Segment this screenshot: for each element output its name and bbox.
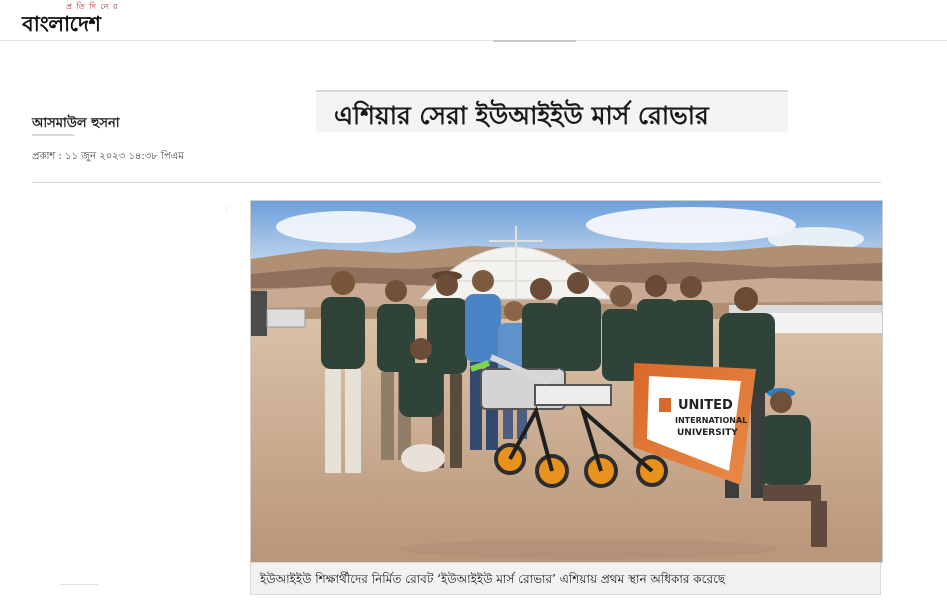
flag-line-2: INTERNATIONAL	[675, 416, 747, 425]
footer-mark	[60, 584, 98, 585]
publish-time: প্রকাশ : ১১ জুন ২০২৩ ১৪:৩৮ পিএম	[32, 151, 184, 162]
photo-caption: ইউআইইউ শিক্ষার্থীদের নির্মিত রোবট ‘ইউআইই…	[260, 572, 726, 586]
sidebar-edge	[226, 205, 227, 213]
author-divider	[32, 134, 74, 136]
cloud	[276, 211, 416, 243]
article-headline: এশিয়ার সেরা ইউআইইউ মার্স রোভার	[334, 101, 709, 130]
masthead-logo[interactable]: প্র তি দি নে র বাংলাদেশ	[22, 0, 172, 40]
header-divider	[0, 40, 947, 41]
flag-line-1: UNITED	[678, 398, 733, 413]
author-name[interactable]: আসমাউল হুসনা	[32, 114, 120, 135]
flag-line-3: UNIVERSITY	[677, 428, 738, 438]
headline-container: এশিয়ার সেরা ইউআইইউ মার্স রোভার	[316, 90, 788, 132]
masthead-title: বাংলাদেশ	[22, 12, 101, 36]
vehicle-small	[266, 308, 306, 328]
vehicle	[251, 291, 267, 336]
photo-caption-box: ইউআইইউ শিক্ষার্থীদের নির্মিত রোবট ‘ইউআইই…	[250, 562, 881, 595]
header-divider-accent	[493, 40, 576, 42]
content-divider	[32, 182, 881, 183]
ground-shadow	[399, 539, 779, 559]
cloud	[586, 207, 796, 243]
article-photo: UNITED INTERNATIONAL UNIVERSITY	[250, 200, 883, 563]
